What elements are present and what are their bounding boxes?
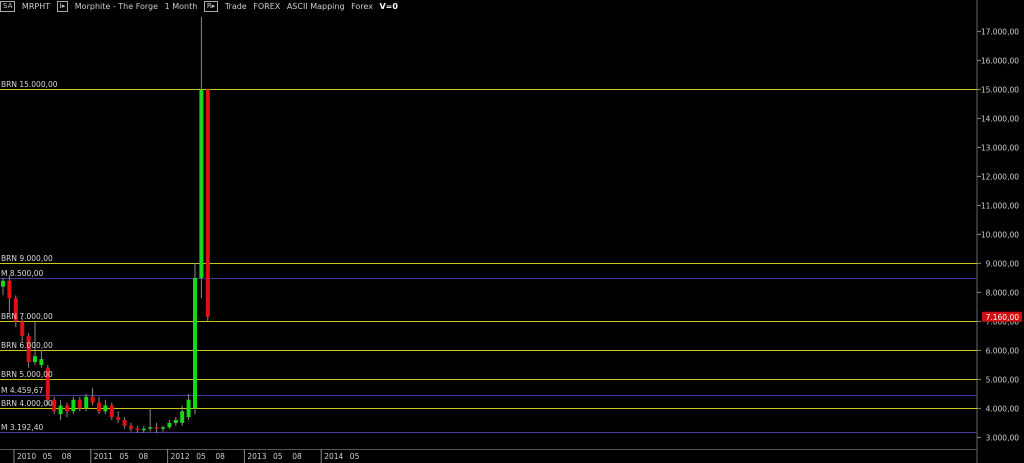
y-tick-label: 10.000,00 xyxy=(981,230,1019,239)
y-tick-label: 5.000,00 xyxy=(986,375,1020,384)
y-tick-label: 11.000,00 xyxy=(981,201,1019,210)
x-tick-label: 05 xyxy=(196,452,206,461)
y-tick-label: 16.000,00 xyxy=(981,56,1019,65)
candle-up[interactable] xyxy=(84,396,89,409)
candle-down[interactable] xyxy=(7,280,12,299)
y-tick-label: 15.000,00 xyxy=(981,85,1019,94)
x-tick-label: 2011 xyxy=(94,452,113,461)
candle-up[interactable] xyxy=(180,411,185,423)
candle-up[interactable] xyxy=(141,428,146,431)
candle-down[interactable] xyxy=(135,428,140,431)
candle-up[interactable] xyxy=(71,399,76,412)
x-tick-label: 2010 xyxy=(17,452,36,461)
level-label: BRN 4.000,00 xyxy=(1,399,53,408)
candle-down[interactable] xyxy=(129,425,133,429)
y-tick-label: 17.000,00 xyxy=(981,27,1019,36)
candle-down[interactable] xyxy=(205,89,210,317)
y-tick-label: 9.000,00 xyxy=(986,259,1020,268)
level-label: BRN 15.000,00 xyxy=(1,80,58,89)
x-tick-label: 08 xyxy=(62,452,72,461)
x-tick-label: 2012 xyxy=(171,452,190,461)
candle-down[interactable] xyxy=(90,396,95,403)
candle-up[interactable] xyxy=(148,427,153,429)
level-label: BRN 7.000,00 xyxy=(1,312,53,321)
candle-down[interactable] xyxy=(97,402,101,412)
candle-up[interactable] xyxy=(186,399,191,418)
y-tick-label: 14.000,00 xyxy=(981,114,1019,123)
level-label: BRN 9.000,00 xyxy=(1,254,53,263)
candle-down[interactable] xyxy=(65,405,69,412)
candle-up[interactable] xyxy=(173,420,178,423)
x-tick-label: 05 xyxy=(119,452,129,461)
y-tick-label: 13.000,00 xyxy=(981,143,1019,152)
candle-up[interactable] xyxy=(193,277,197,409)
y-tick-label: 12.000,00 xyxy=(981,172,1019,181)
candle-down[interactable] xyxy=(122,420,127,426)
candle-up[interactable] xyxy=(39,359,44,365)
x-tick-label: 05 xyxy=(273,452,283,461)
x-tick-label: 2013 xyxy=(247,452,266,461)
candle-down[interactable] xyxy=(52,399,57,412)
x-tick-label: 05 xyxy=(43,452,53,461)
y-tick-label: 4.000,00 xyxy=(986,404,1020,413)
last-price-label: 7.160,00 xyxy=(986,313,1020,322)
candle-up[interactable] xyxy=(58,405,63,415)
y-tick-label: 6.000,00 xyxy=(986,346,1020,355)
candle-down[interactable] xyxy=(116,417,121,420)
x-tick-label: 05 xyxy=(350,452,360,461)
level-label: M 3.192,40 xyxy=(1,423,43,432)
level-label: M 4.459,67 xyxy=(1,386,43,395)
x-tick-label: 08 xyxy=(215,452,225,461)
level-label: BRN 6.000,00 xyxy=(1,341,53,350)
candle-up[interactable] xyxy=(167,422,172,428)
candle-down[interactable] xyxy=(77,399,82,409)
candlestick-chart[interactable]: BRN 15.000,00 BRN 9.000,00 M 8.500,00 BRN 7… xyxy=(0,0,1024,463)
candle-down[interactable] xyxy=(109,405,114,418)
level-label: M 8.500,00 xyxy=(1,269,43,278)
candle-up[interactable] xyxy=(161,427,165,429)
x-tick-label: 08 xyxy=(139,452,149,461)
candle-down[interactable] xyxy=(154,427,159,429)
x-tick-label: 2014 xyxy=(324,452,343,461)
candle-down[interactable] xyxy=(20,321,25,336)
level-label: BRN 5.000,00 xyxy=(1,370,53,379)
x-tick-label: 08 xyxy=(292,452,302,461)
candle-up[interactable] xyxy=(199,89,204,278)
candle-up[interactable] xyxy=(1,280,5,287)
candle-up[interactable] xyxy=(103,405,108,412)
candle-up[interactable] xyxy=(33,356,37,362)
y-tick-label: 3.000,00 xyxy=(986,433,1020,442)
y-tick-label: 8.000,00 xyxy=(986,288,1020,297)
